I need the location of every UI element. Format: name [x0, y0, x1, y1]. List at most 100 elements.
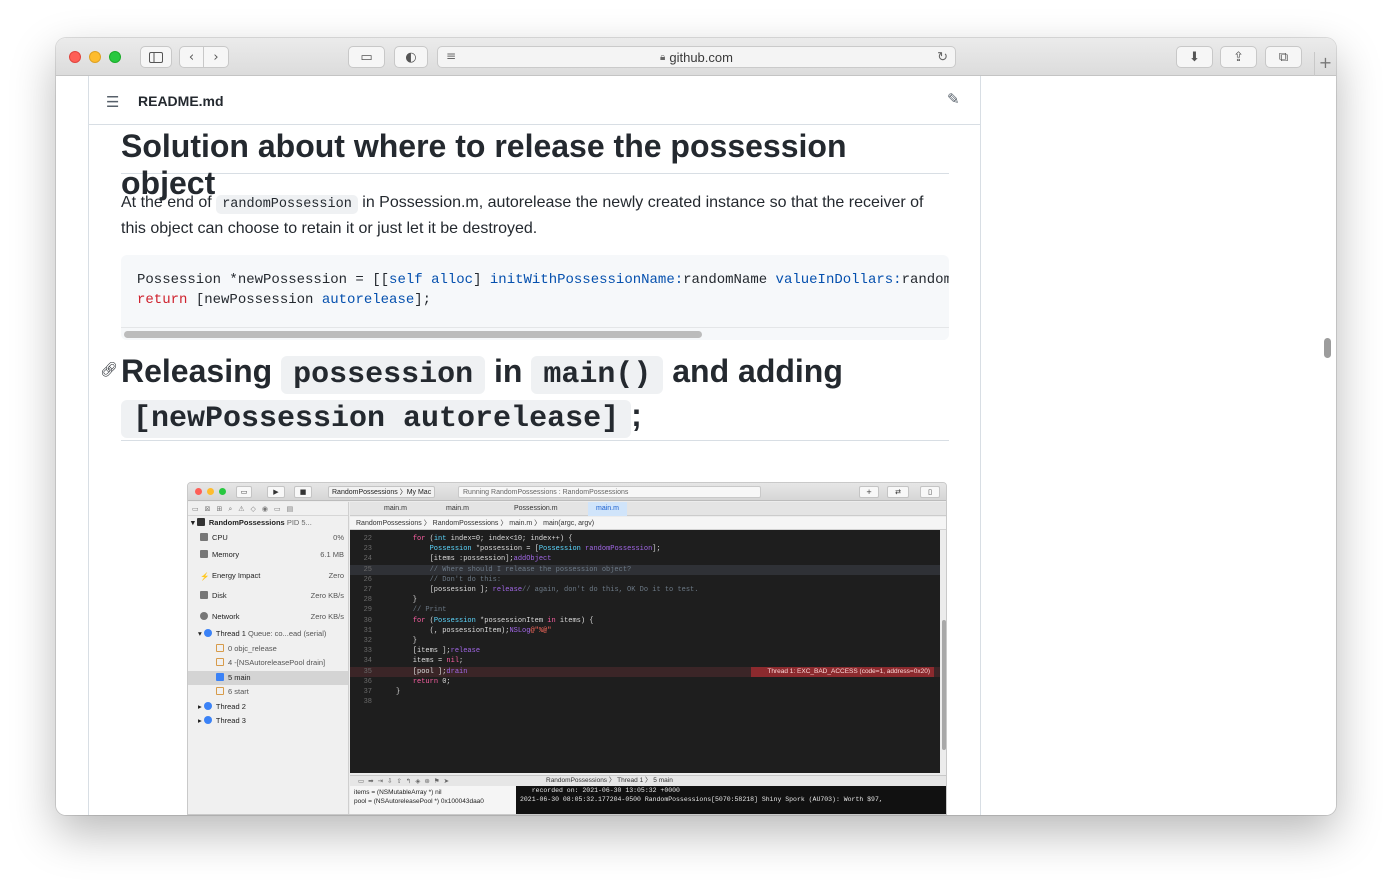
xcode-toolbar: ▭ ▶ ■ RandomPossessions 〉My Mac Running … [188, 483, 946, 501]
xcode-debug-navigator: ▭⊠⊞⌕⚠◇◉▭▤ ▾ RandomPossessions PID 5... C… [188, 502, 349, 814]
xcode-tab-active: main.m [588, 502, 627, 516]
disk-icon [200, 591, 208, 599]
xcode-close-light [195, 488, 202, 495]
browser-toolbar: ‹ › ▭ ◐ ≡ 🔒︎ github.com ↻ ⬇ ⇪ ⧉ + [56, 38, 1336, 76]
download-icon: ⬇ [1189, 49, 1200, 65]
minimize-window-button[interactable] [89, 51, 101, 63]
xcode-debug-bar: ▭➡⇥⇩⇧↰◈⊛⚑➤ RandomPossessions 〉 Thread 1 … [350, 775, 946, 786]
xcode-frame-row: 6 start [188, 685, 348, 700]
inline-code: randomPossession [216, 195, 358, 214]
network-icon [200, 611, 208, 620]
xcode-stop-icon: ■ [294, 486, 312, 498]
pencil-icon[interactable]: ✎ [947, 90, 960, 108]
heading-word: and adding [672, 353, 843, 389]
code-line: 34 items = nil; [363, 657, 464, 666]
heading-word: ; [631, 397, 642, 433]
xcode-frame-row: 0 objc_release [188, 642, 348, 657]
privacy-report-button[interactable]: ◐ [394, 46, 428, 68]
zoom-window-button[interactable] [109, 51, 121, 63]
bolt-icon: ⚡ [200, 571, 210, 581]
file-name: README.md [138, 93, 224, 109]
xcode-gauge-network: Network Zero KB/s [188, 607, 348, 628]
heading-solution: Solution about where to release the poss… [121, 128, 949, 201]
code-line: 31 (, possessionItem);NSLog@"%@" [363, 626, 552, 635]
sidebar-toggle-button[interactable] [140, 46, 172, 68]
show-tabs-button[interactable]: ⧉ [1265, 46, 1302, 68]
xcode-frame-row-selected: 5 main [188, 670, 348, 685]
code-line: 38 [363, 698, 372, 707]
code-line: 26 // Don't do this: [363, 575, 502, 584]
anchor-link-icon[interactable]: 🔗︎ [100, 362, 118, 378]
paragraph-autorelease: At the end of randomPossession in Posses… [121, 191, 949, 241]
xcode-tab: main.m [446, 505, 469, 512]
code-line: 22 for (int index=0; index<10; index++) … [363, 535, 573, 543]
browser-window: ‹ › ▭ ◐ ≡ 🔒︎ github.com ↻ ⬇ ⇪ ⧉ + ☰ READ… [56, 38, 1336, 815]
xcode-tab: Possession.m [514, 505, 558, 512]
xcode-thread1-row: ▾ Thread 1 Queue: co...ead (serial) [198, 629, 327, 638]
code-line: 28 } [363, 596, 418, 605]
thread-icon [203, 629, 212, 637]
code-horizontal-scrollbar[interactable] [121, 327, 949, 340]
xcode-add-icon: + [859, 486, 879, 498]
xcode-thread3-row: ▸ Thread 3 [198, 716, 246, 725]
tab-preview-icon: ▭ [360, 49, 373, 65]
xcode-navigator-icon: ▭ [236, 486, 252, 498]
downloads-button[interactable]: ⬇ [1176, 46, 1213, 68]
tab-overview-button[interactable]: ▭ [348, 46, 385, 68]
code-line: 24 [items :possession];addObject [363, 555, 552, 564]
xcode-tab: main.m [384, 505, 407, 512]
xcode-thread2-row: ▸ Thread 2 [198, 701, 246, 711]
address-bar[interactable]: ≡ 🔒︎ github.com ↻ [437, 46, 956, 68]
plus-icon: + [1318, 53, 1333, 72]
code-line: 30 for (Possession *possessionItem in it… [363, 616, 594, 625]
heading-releasing: Releasing possession in main() and addin… [121, 351, 949, 441]
chevron-left-icon: ‹ [188, 49, 195, 65]
sidebar-icon [149, 51, 163, 63]
back-button[interactable]: ‹ [179, 46, 204, 68]
xcode-tab-bar: main.m main.m Possession.m main.m [350, 502, 946, 516]
app-icon [196, 518, 205, 526]
page-scrollbar[interactable] [1324, 338, 1331, 358]
xcode-scheme: RandomPossessions 〉My Mac [328, 486, 436, 498]
code-line: 36 return 0; [363, 677, 451, 686]
memory-icon [200, 550, 208, 558]
code-block: Possession *newPossession = [[self alloc… [121, 255, 949, 340]
heading-word: Releasing [121, 353, 273, 389]
xcode-console: recorded on: 2021-06-30 13:05:32 +0000 20… [516, 786, 946, 814]
code-line: 25 // Where should I release the possess… [350, 564, 940, 575]
close-window-button[interactable] [69, 51, 81, 63]
xcode-frame-row: 4 -[NSAutoreleasePool drain] [188, 656, 348, 671]
xcode-inspector-icon: ▯ [920, 486, 940, 498]
xcode-run-icon: ▶ [267, 486, 285, 498]
xcode-variables-view: items = (NSMutableArray *) nil pool = (N… [350, 786, 516, 814]
xcode-process-row: ▾ RandomPossessions PID 5... [191, 518, 312, 527]
forward-button[interactable]: › [204, 46, 229, 68]
code-line: 32 } [363, 637, 418, 645]
xcode-editor-scrollbar [940, 530, 946, 773]
heading-code: [newPossession autorelease] [121, 400, 632, 438]
share-button[interactable]: ⇪ [1220, 46, 1257, 68]
tabs-icon: ⧉ [1278, 49, 1289, 65]
lock-icon: 🔒︎ [660, 51, 666, 63]
xcode-gauge-cpu: CPU 0% [188, 531, 348, 546]
code-line: 33 [items ];release [363, 647, 481, 656]
address-text: github.com [669, 49, 733, 65]
code-line: 35 [pool ];drain Thread 1: EXC_BAD_ACCESS… [350, 666, 940, 677]
code-line: 37} [363, 688, 401, 696]
outline-list-icon[interactable]: ☰ [106, 93, 119, 111]
xcode-nav-icons: ▭⊠⊞⌕⚠◇◉▭▤ [188, 502, 348, 516]
share-icon: ⇪ [1233, 49, 1244, 65]
xcode-jump-bar: RandomPossessions 〉 RandomPossessions 〉 … [350, 517, 946, 530]
reload-icon[interactable]: ↻ [937, 49, 948, 65]
xcode-gauge-disk: Disk Zero KB/s [188, 586, 348, 607]
file-header: ☰ README.md ✎ [89, 76, 980, 125]
error-badge: Thread 1: EXC_BAD_ACCESS (code=1, addres… [751, 666, 934, 677]
reader-icon[interactable]: ≡ [446, 49, 456, 63]
scroll-thumb[interactable] [124, 331, 702, 338]
heading-word: in [493, 353, 523, 389]
heading-code: main() [531, 356, 664, 394]
cpu-icon [200, 532, 208, 541]
chevron-right-icon: › [213, 49, 219, 65]
heading-code: possession [281, 356, 486, 394]
new-tab-button[interactable]: + [1314, 52, 1336, 76]
